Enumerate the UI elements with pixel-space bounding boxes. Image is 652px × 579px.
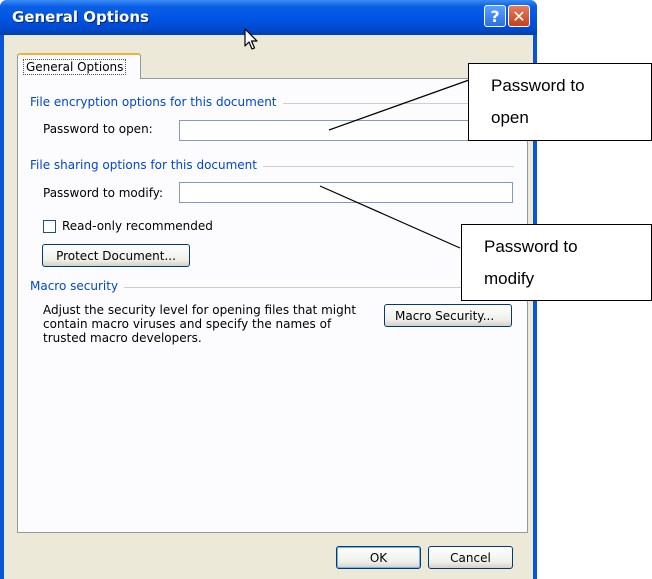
help-icon: ? (490, 6, 500, 26)
password-modify-input[interactable] (179, 182, 513, 203)
close-button[interactable]: ✕ (508, 5, 530, 27)
callout-modify-line2: modify (484, 269, 535, 288)
help-button[interactable]: ? (484, 5, 506, 27)
cancel-button[interactable]: Cancel (428, 546, 513, 569)
macro-description: Adjust the security level for opening fi… (43, 303, 357, 345)
callout-password-modify: Password to modify (461, 224, 652, 301)
callout-open-line2: open (491, 108, 529, 127)
password-modify-label: Password to modify: (43, 186, 163, 200)
read-only-label[interactable]: Read-only recommended (62, 219, 213, 233)
read-only-checkbox[interactable] (43, 220, 56, 233)
callout-password-open: Password to open (468, 63, 652, 141)
macro-heading: Macro security (30, 279, 125, 293)
window-title: General Options (12, 8, 149, 26)
encryption-heading: File encryption options for this documen… (30, 95, 283, 109)
callout-open-line1: Password to (491, 76, 585, 95)
tab-general-options[interactable]: General Options (17, 53, 141, 79)
macro-security-button[interactable]: Macro Security... (384, 304, 512, 327)
ok-button[interactable]: OK (336, 546, 421, 569)
password-open-label: Password to open: (43, 122, 153, 136)
password-open-input[interactable] (179, 120, 513, 141)
protect-document-button[interactable]: Protect Document... (42, 244, 190, 267)
callout-modify-line1: Password to (484, 237, 578, 256)
title-bar[interactable]: General Options ? ✕ (0, 0, 537, 35)
sharing-heading: File sharing options for this document (30, 158, 263, 172)
close-icon: ✕ (512, 6, 526, 26)
mouse-cursor-icon (244, 28, 258, 50)
tab-label: General Options (23, 59, 127, 75)
